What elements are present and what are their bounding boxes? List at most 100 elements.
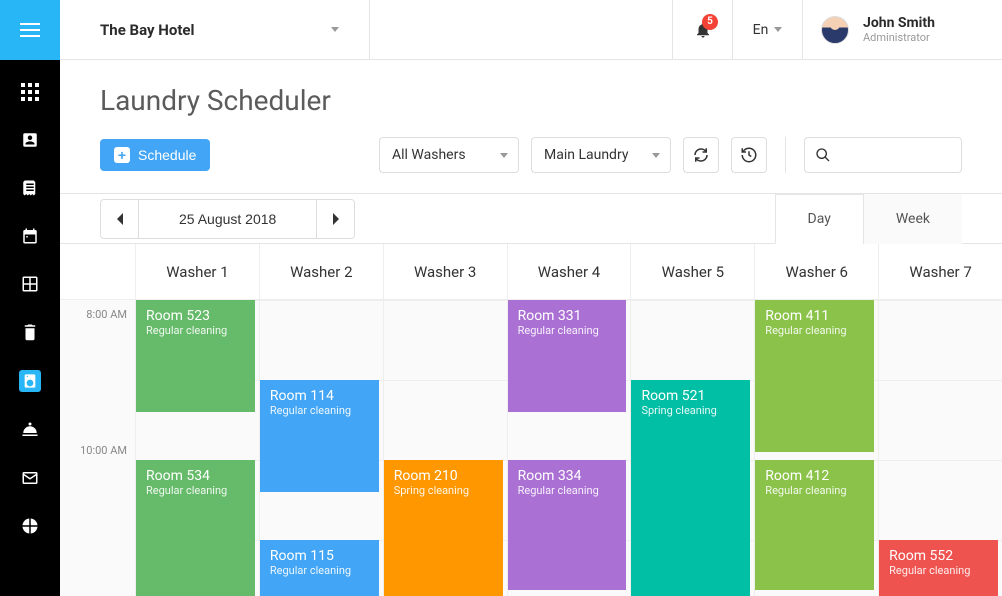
room-service-icon bbox=[21, 421, 39, 439]
refresh-icon bbox=[692, 146, 710, 164]
schedule-event[interactable]: Room 534Regular cleaning bbox=[136, 460, 255, 596]
sidebar-item-mail[interactable] bbox=[20, 468, 40, 488]
notifications-badge: 5 bbox=[702, 14, 718, 30]
event-type: Regular cleaning bbox=[270, 404, 369, 417]
scheduler-grid: Washer 1Room 523Regular cleaningRoom 534… bbox=[136, 244, 1002, 596]
language-label: En bbox=[753, 22, 769, 38]
schedule-event[interactable]: Room 334Regular cleaning bbox=[508, 460, 627, 590]
event-type: Regular cleaning bbox=[146, 484, 245, 497]
schedule-event[interactable]: Room 523Regular cleaning bbox=[136, 300, 255, 412]
hotel-selector[interactable]: The Bay Hotel bbox=[60, 0, 370, 60]
notifications-button[interactable]: 5 bbox=[672, 0, 732, 60]
sidebar-item-apps[interactable] bbox=[20, 82, 40, 102]
main-content: The Bay Hotel 5 En John Smith Administra… bbox=[60, 0, 1002, 596]
hamburger-icon bbox=[20, 23, 40, 37]
washer-column-body[interactable]: Room 523Regular cleaningRoom 534Regular … bbox=[136, 300, 259, 596]
washer-column-header: Washer 1 bbox=[136, 244, 259, 300]
history-icon bbox=[740, 146, 758, 164]
washer-column: Washer 2 Room 114Regular cleaning Room 115… bbox=[260, 244, 384, 596]
washer-column-body[interactable]: Room 210Spring cleaning bbox=[384, 300, 507, 596]
schedule-event[interactable]: Room 115Regular cleaning bbox=[260, 540, 379, 596]
current-date[interactable]: 25 August 2018 bbox=[139, 200, 316, 238]
washer-column: Washer 3Room 210Spring cleaning bbox=[384, 244, 508, 596]
washer-column-header: Washer 4 bbox=[508, 244, 631, 300]
view-tabs: Day Week bbox=[775, 195, 962, 243]
washer-column-header: Washer 5 bbox=[631, 244, 754, 300]
event-room: Room 210 bbox=[394, 468, 493, 484]
event-room: Room 334 bbox=[518, 468, 617, 484]
washer-column-body[interactable]: Room 552Regular cleaning bbox=[879, 300, 1002, 596]
washer-column-body[interactable]: Room 521Spring cleaning bbox=[631, 300, 754, 596]
user-role: Administrator bbox=[863, 31, 935, 44]
event-room: Room 534 bbox=[146, 468, 245, 484]
event-type: Spring cleaning bbox=[394, 484, 493, 497]
event-type: Regular cleaning bbox=[146, 324, 245, 337]
tab-day[interactable]: Day bbox=[775, 194, 863, 244]
washer-column-body[interactable]: Room 331Regular cleaningRoom 334Regular … bbox=[508, 300, 631, 596]
sidebar-item-calendar[interactable] bbox=[20, 226, 40, 246]
sidebar-item-receipt[interactable] bbox=[20, 178, 40, 198]
schedule-button[interactable]: + Schedule bbox=[100, 139, 210, 171]
trash-icon bbox=[21, 323, 39, 341]
time-column: 8:00 AM 10:00 AM bbox=[60, 244, 136, 596]
washers-filter-value: All Washers bbox=[392, 147, 466, 163]
schedule-event[interactable]: Room 521Spring cleaning bbox=[631, 380, 750, 596]
prev-date-button[interactable] bbox=[101, 200, 139, 238]
date-navigator: 25 August 2018 bbox=[100, 199, 355, 239]
schedule-event[interactable]: Room 114Regular cleaning bbox=[260, 380, 379, 492]
history-button[interactable] bbox=[731, 137, 767, 173]
tab-week[interactable]: Week bbox=[863, 194, 962, 244]
washer-column: Washer 6Room 411Regular cleaningRoom 412… bbox=[755, 244, 879, 596]
chevron-right-icon bbox=[331, 213, 341, 225]
user-menu[interactable]: John Smith Administrator bbox=[802, 0, 1002, 60]
washer-column-body[interactable]: Room 114Regular cleaning Room 115Regular … bbox=[260, 300, 383, 596]
sidebar-item-room-service[interactable] bbox=[20, 420, 40, 440]
washer-column-header: Washer 2 bbox=[260, 244, 383, 300]
grid-icon bbox=[21, 275, 39, 293]
event-type: Regular cleaning bbox=[765, 484, 864, 497]
sidebar-item-laundry[interactable] bbox=[19, 370, 41, 392]
location-filter[interactable]: Main Laundry bbox=[531, 137, 671, 173]
washer-column: Washer 4Room 331Regular cleaningRoom 334… bbox=[508, 244, 632, 596]
chevron-left-icon bbox=[115, 213, 125, 225]
hotel-name: The Bay Hotel bbox=[100, 21, 195, 39]
washer-column: Washer 1Room 523Regular cleaningRoom 534… bbox=[136, 244, 260, 596]
contact-icon bbox=[21, 131, 39, 149]
event-room: Room 523 bbox=[146, 308, 245, 324]
schedule-event[interactable]: Room 411Regular cleaning bbox=[755, 300, 874, 452]
schedule-event[interactable]: Room 412Regular cleaning bbox=[755, 460, 874, 590]
calendar-icon bbox=[21, 227, 39, 245]
washer-column: Washer 5 Room 521Spring cleaning bbox=[631, 244, 755, 596]
location-filter-value: Main Laundry bbox=[544, 147, 628, 163]
menu-toggle-button[interactable] bbox=[0, 0, 60, 60]
event-type: Regular cleaning bbox=[889, 564, 988, 577]
schedule-event[interactable]: Room 331Regular cleaning bbox=[508, 300, 627, 412]
event-room: Room 114 bbox=[270, 388, 369, 404]
topbar: The Bay Hotel 5 En John Smith Administra… bbox=[60, 0, 1002, 60]
event-type: Regular cleaning bbox=[765, 324, 864, 337]
sidebar-item-trash[interactable] bbox=[20, 322, 40, 342]
time-label: 8:00 AM bbox=[86, 308, 127, 321]
event-type: Regular cleaning bbox=[518, 484, 617, 497]
mail-icon bbox=[21, 469, 39, 487]
washers-filter[interactable]: All Washers bbox=[379, 137, 519, 173]
washer-column: Washer 7Room 552Regular cleaning bbox=[879, 244, 1002, 596]
schedule-button-label: Schedule bbox=[138, 147, 196, 163]
next-date-button[interactable] bbox=[316, 200, 354, 238]
search-box[interactable] bbox=[804, 137, 962, 173]
time-label: 10:00 AM bbox=[80, 444, 127, 457]
schedule-event[interactable]: Room 210Spring cleaning bbox=[384, 460, 503, 596]
sidebar-item-contacts[interactable] bbox=[20, 130, 40, 150]
sidebar-item-grid[interactable] bbox=[20, 274, 40, 294]
washer-column-body[interactable]: Room 411Regular cleaningRoom 412Regular … bbox=[755, 300, 878, 596]
language-selector[interactable]: En bbox=[732, 0, 802, 60]
chevron-down-icon bbox=[774, 27, 782, 32]
sidebar-item-reports[interactable] bbox=[20, 516, 40, 536]
user-name: John Smith bbox=[863, 15, 935, 31]
toolbar: + Schedule All Washers Main Laundry bbox=[100, 137, 962, 173]
schedule-event[interactable]: Room 552Regular cleaning bbox=[879, 540, 998, 596]
refresh-button[interactable] bbox=[683, 137, 719, 173]
search-input[interactable] bbox=[839, 147, 951, 163]
event-room: Room 331 bbox=[518, 308, 617, 324]
sidebar bbox=[0, 0, 60, 596]
